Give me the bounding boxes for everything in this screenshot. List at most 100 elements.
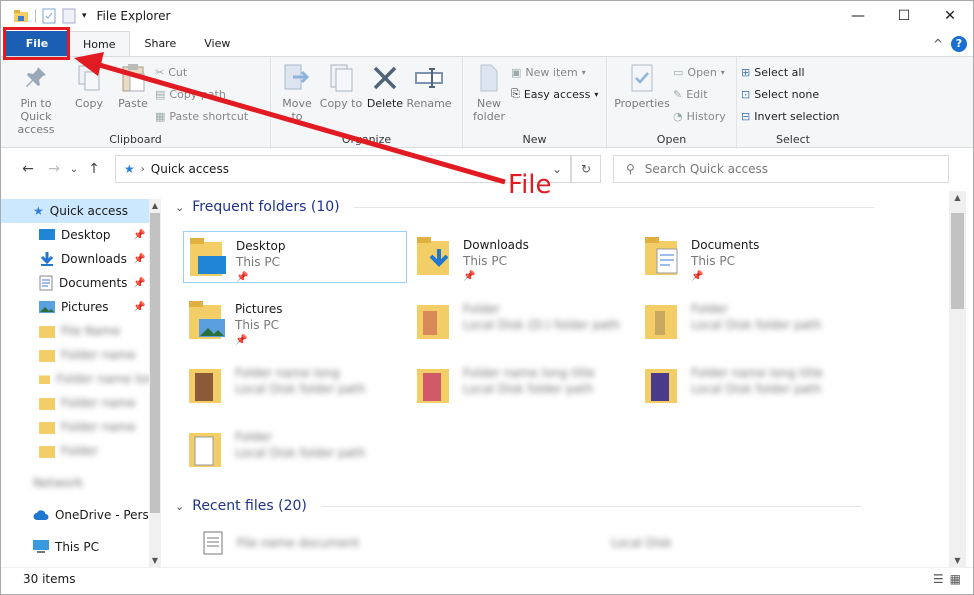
folder-icon xyxy=(39,326,55,338)
up-arrow-icon[interactable]: ↑ xyxy=(81,161,107,177)
easy-access-icon: ⎘ xyxy=(511,87,520,100)
paste-shortcut-button[interactable]: ▦ Paste shortcut xyxy=(155,107,248,125)
select-none-button[interactable]: ⊡ Select none xyxy=(741,85,840,103)
sidebar-item-documents[interactable]: Documents 📌 xyxy=(1,271,161,295)
organize-group-label: Organize xyxy=(341,133,392,146)
back-arrow-icon[interactable]: ← xyxy=(15,161,41,177)
copy-path-button[interactable]: ▤ Copy path xyxy=(155,85,248,103)
folder-tile-blurred[interactable]: Folder Local Disk folder path xyxy=(639,295,863,347)
desktop-icon xyxy=(39,229,55,240)
large-icons-view-icon[interactable]: ▦ xyxy=(950,572,961,586)
item-count: 30 items xyxy=(23,571,76,586)
sidebar-item-blurred-device[interactable]: Network xyxy=(1,471,161,495)
invert-selection-button[interactable]: ⊟ Invert selection xyxy=(741,107,840,125)
sidebar-item-pictures[interactable]: Pictures 📌 xyxy=(1,295,161,319)
tab-view[interactable]: View xyxy=(190,31,244,56)
scroll-up-icon[interactable]: ▲ xyxy=(949,193,966,202)
sidebar-scrollbar[interactable]: ▲ ▼ xyxy=(149,199,161,567)
rename-icon xyxy=(415,68,443,88)
pictures-icon xyxy=(39,301,55,313)
edit-icon: ✎ xyxy=(673,87,683,101)
sidebar-item-blurred[interactable]: File Name xyxy=(1,319,161,343)
sidebar-item-blurred[interactable]: Folder name xyxy=(1,343,161,367)
scroll-up-icon[interactable]: ▲ xyxy=(149,201,161,210)
paste-icon xyxy=(122,64,145,92)
copy-path-icon: ▤ xyxy=(155,87,166,101)
folder-tile-blurred[interactable]: Folder Local Disk (D:) folder path xyxy=(411,295,635,347)
select-all-button[interactable]: ⊞ Select all xyxy=(741,63,840,81)
pin-icon: 📌 xyxy=(691,271,704,282)
folder-icon xyxy=(643,363,683,405)
refresh-icon: ↻ xyxy=(580,162,592,176)
sidebar-item-this-pc[interactable]: This PC xyxy=(1,535,161,559)
folder-icon xyxy=(39,446,55,458)
collapse-ribbon-icon[interactable]: ^ xyxy=(933,37,943,51)
sidebar-item-blurred[interactable]: Folder name long xyxy=(1,367,161,391)
folder-icon xyxy=(643,299,683,341)
sidebar-scroll-thumb[interactable] xyxy=(150,213,160,513)
quick-access-toolbar: ▾ xyxy=(1,8,87,24)
minimize-button[interactable]: — xyxy=(835,1,881,31)
tab-share[interactable]: Share xyxy=(130,31,190,56)
easy-access-button[interactable]: ⎘ Easy access ▾ xyxy=(511,85,598,103)
sidebar-item-blurred[interactable]: Folder name xyxy=(1,391,161,415)
folder-tile-blurred[interactable]: Folder name long Local Disk folder path xyxy=(183,359,407,411)
organize-group: Move to Copy to Delete Rename Organize xyxy=(271,57,463,149)
recent-file-row[interactable]: File name document Local Disk xyxy=(203,531,672,555)
forward-arrow-icon[interactable]: → xyxy=(41,161,67,177)
status-bar: 30 items ☰ ▦ xyxy=(1,567,973,589)
sidebar-item-blurred[interactable]: Folder xyxy=(1,439,161,463)
scroll-down-icon[interactable]: ▼ xyxy=(949,556,966,565)
folder-tile-pictures[interactable]: Pictures This PC 📌 xyxy=(183,295,407,347)
sidebar-item-onedrive[interactable]: OneDrive - Persor xyxy=(1,503,161,527)
search-icon: ⚲ xyxy=(626,162,635,176)
new-item-button[interactable]: ▣ New item ▾ xyxy=(511,63,598,81)
address-dropdown-icon[interactable]: ⌄ xyxy=(552,162,562,176)
qat-dropdown-icon[interactable]: ▾ xyxy=(82,11,87,21)
new-folder-icon[interactable] xyxy=(62,8,76,24)
folder-tile-desktop[interactable]: Desktop This PC 📌 xyxy=(183,231,407,283)
sidebar-item-desktop[interactable]: Desktop 📌 xyxy=(1,223,161,247)
file-icon xyxy=(203,531,223,555)
folder-tile-blurred[interactable]: Folder name long title Local Disk folder … xyxy=(639,359,863,411)
clipboard-group: Pin to Quick access Copy Paste ✂ Cut ▤ Cop… xyxy=(1,57,271,149)
folder-tile-blurred[interactable]: Folder Local Disk folder path xyxy=(183,423,407,475)
tab-home[interactable]: Home xyxy=(68,31,131,56)
explorer-folder-icon[interactable] xyxy=(13,8,29,24)
recent-locations-chevron-icon[interactable]: ⌄ xyxy=(67,164,81,175)
folder-tile-documents[interactable]: Documents This PC 📌 xyxy=(639,231,863,283)
sidebar-item-quick-access[interactable]: ★ Quick access xyxy=(1,199,161,223)
open-button[interactable]: ▭ Open ▾ xyxy=(673,63,726,81)
close-button[interactable]: ✕ xyxy=(927,1,973,31)
open-icon: ▭ xyxy=(673,65,684,79)
recent-files-header[interactable]: ⌄ Recent files (20) xyxy=(175,498,861,514)
folder-icon xyxy=(39,350,55,362)
document-icon xyxy=(39,275,53,291)
content-scrollbar[interactable]: ▲ ▼ xyxy=(949,191,966,567)
sidebar-item-downloads[interactable]: Downloads 📌 xyxy=(1,247,161,271)
maximize-button[interactable]: ☐ xyxy=(881,1,927,31)
search-placeholder: Search Quick access xyxy=(644,162,769,176)
properties-icon[interactable] xyxy=(42,8,56,24)
select-all-icon: ⊞ xyxy=(741,65,751,79)
content-scroll-thumb[interactable] xyxy=(951,213,964,309)
edit-button[interactable]: ✎ Edit xyxy=(673,85,726,103)
search-box[interactable]: ⚲ Search Quick access xyxy=(613,155,949,183)
address-bar[interactable]: ★ › Quick access ⌄ xyxy=(115,155,571,183)
annotation-highlight-box xyxy=(3,27,70,60)
refresh-button[interactable]: ↻ xyxy=(571,155,601,183)
folder-tile-downloads[interactable]: Downloads This PC 📌 xyxy=(411,231,635,283)
pin-icon: 📌 xyxy=(463,271,476,282)
folder-tile-blurred[interactable]: Folder name long title Local Disk folder … xyxy=(411,359,635,411)
folder-icon xyxy=(39,398,55,410)
window-title: File Explorer xyxy=(96,9,171,23)
details-view-icon[interactable]: ☰ xyxy=(933,572,944,586)
download-arrow-icon xyxy=(40,252,54,266)
help-icon[interactable]: ? xyxy=(951,35,967,52)
new-item-icon: ▣ xyxy=(511,65,522,79)
history-button[interactable]: ◔ History xyxy=(673,107,726,125)
frequent-folders-header[interactable]: ⌄ Frequent folders (10) xyxy=(175,199,874,215)
sidebar-item-blurred[interactable]: Folder name xyxy=(1,415,161,439)
scroll-down-icon[interactable]: ▼ xyxy=(149,556,161,565)
cut-button[interactable]: ✂ Cut xyxy=(155,63,248,81)
